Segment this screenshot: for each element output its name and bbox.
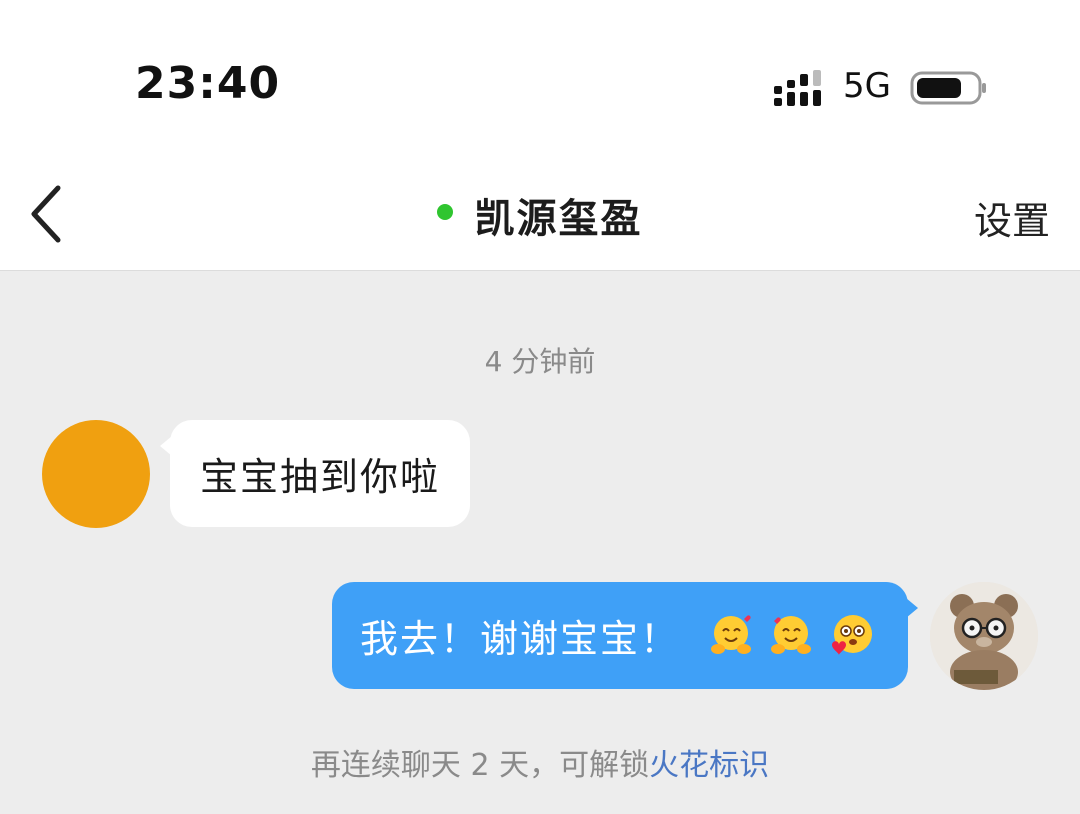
status-bar: 23:40 5G (0, 0, 1080, 160)
chat-title: 凯源玺盈 (474, 196, 643, 242)
hugging-face-emoji (711, 614, 752, 654)
battery-icon (910, 71, 986, 105)
signal-icon (774, 70, 821, 106)
smiling-face-with-heart-emoji (832, 614, 873, 655)
message-text: 宝宝抽到你啦 (200, 455, 441, 499)
message-text: 我去！谢谢宝宝！ (360, 617, 681, 661)
chat-title-group: 凯源玺盈 (0, 186, 1080, 246)
chat-header: 凯源玺盈 设置 (0, 160, 1080, 271)
streak-hint-text: 再连续聊天 2 天，可解锁 (310, 748, 650, 783)
spark-badge-link[interactable]: 火花标识 (649, 748, 769, 783)
contact-avatar[interactable] (42, 420, 150, 528)
message-timestamp: 4 分钟前 (484, 345, 596, 378)
teddy-bear-icon (930, 582, 1038, 690)
network-label: 5G (843, 66, 891, 106)
message-bubble-incoming[interactable]: 宝宝抽到你啦 (159, 420, 471, 527)
user-avatar[interactable] (930, 582, 1038, 690)
streak-hint: 再连续聊天 2 天，可解锁火花标识 (0, 740, 1080, 784)
hugging-face-emoji (771, 615, 812, 654)
message-bubble-outgoing[interactable]: 我去！谢谢宝宝！ (332, 582, 918, 689)
settings-button[interactable]: 设置 (974, 190, 1050, 245)
emoji-group (706, 611, 876, 661)
status-time: 23:40 (135, 58, 281, 109)
online-status-dot (437, 204, 454, 220)
